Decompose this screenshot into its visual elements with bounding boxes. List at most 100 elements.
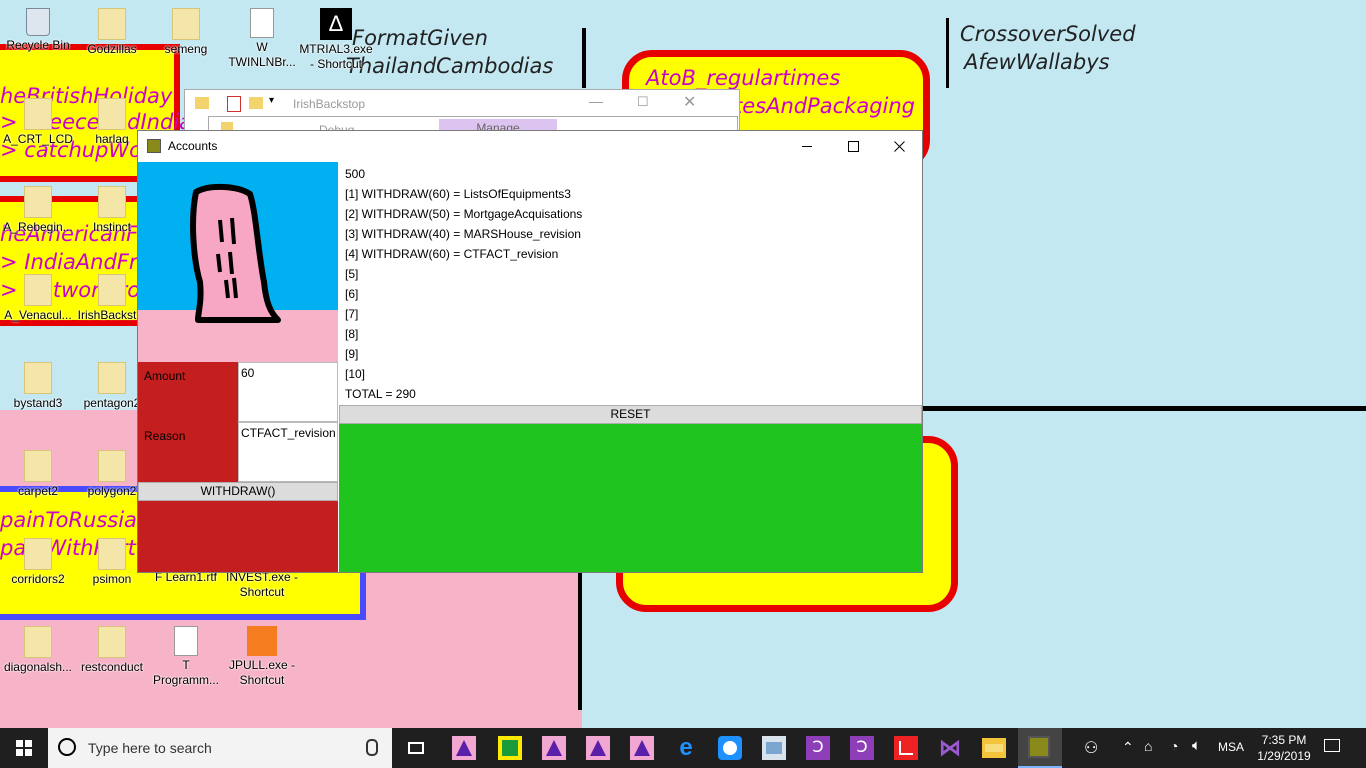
close-icon: [893, 140, 905, 152]
folder-icon: [195, 97, 209, 109]
taskbar-app-acrobat[interactable]: [894, 736, 918, 760]
exe-shortcut-icon: Δ: [320, 8, 352, 40]
volume-icon[interactable]: 🔈︎: [1192, 737, 1201, 754]
desktop-icon-twinlnbr[interactable]: W TWINLNBr...: [224, 8, 300, 70]
app-purple-icon: [590, 740, 606, 756]
recycle-bin-icon: [26, 8, 50, 36]
wallpaper-text: ThailandCambodias: [346, 54, 554, 78]
wallpaper-line: [582, 28, 586, 88]
picture-box: [138, 162, 338, 362]
amount-field[interactable]: 60: [238, 362, 338, 422]
chevron-up-icon[interactable]: ⌃: [1122, 739, 1134, 756]
desktop-icon-a-venacul[interactable]: A_Venacul...: [0, 274, 76, 323]
history-line: [6]: [345, 287, 359, 301]
wifi-icon[interactable]: ◔: [1170, 738, 1178, 754]
taskbar-app-visual-studio[interactable]: ⋈: [938, 736, 962, 760]
folder-icon: [98, 8, 126, 40]
maximize-button[interactable]: [830, 131, 876, 161]
close-button[interactable]: ✕: [683, 92, 696, 112]
task-view-button[interactable]: [402, 728, 430, 768]
taskbar-app-onenote[interactable]: Ↄ: [806, 736, 830, 760]
history-line: [5]: [345, 267, 359, 281]
folder-icon: [98, 274, 126, 306]
desktop-icon-a-crt-lcd[interactable]: A_CRT_LCD: [0, 98, 76, 147]
chat-icon: [723, 741, 737, 755]
taskbar-app[interactable]: [586, 736, 610, 760]
folder-icon: [98, 450, 126, 482]
history-line: [10]: [345, 367, 366, 381]
desktop-icon-godzillas[interactable]: Godzillas: [74, 8, 150, 57]
taskbar-app-edge[interactable]: e: [674, 736, 698, 760]
acrobat-icon: [899, 741, 913, 755]
taskbar-app-photo[interactable]: [762, 736, 786, 760]
folder-icon: [24, 186, 52, 218]
folder-icon: [24, 274, 52, 306]
desktop-icon-jpull[interactable]: JPULL.exe - Shortcut: [224, 626, 300, 688]
folder-icon: [249, 97, 263, 109]
minimize-button[interactable]: —: [589, 93, 603, 109]
history-line: [4] WITHDRAW(60) = CTFACT_revision: [345, 247, 559, 261]
taskbar-app-accounts[interactable]: [1018, 728, 1062, 768]
edge-icon: e: [679, 734, 693, 761]
desktop-icon-diagonalsh[interactable]: diagonalsh...: [0, 626, 76, 675]
people-icon[interactable]: ⚇: [1084, 738, 1098, 758]
clock-date: 1/29/2019: [1257, 749, 1311, 763]
search-icon: [58, 738, 76, 756]
taskbar-app-onenote[interactable]: Ↄ: [850, 736, 874, 760]
desktop-icon-mtrial3[interactable]: Δ MTRIAL3.exe - Shortcut: [298, 8, 374, 72]
taskbar-app[interactable]: [630, 736, 654, 760]
desktop-icon-semeng[interactable]: semeng: [148, 8, 224, 57]
withdraw-button[interactable]: WITHDRAW(): [138, 482, 338, 501]
transaction-history-list[interactable]: 500 [1] WITHDRAW(60) = ListsOfEquipments…: [339, 162, 922, 405]
folder-icon: [24, 98, 52, 130]
reason-label-cell: Reason: [138, 422, 238, 482]
desktop-icon-restconduct[interactable]: restconduct: [74, 626, 150, 675]
taskbar-app[interactable]: [498, 736, 522, 760]
desktop-icon-corridors2[interactable]: corridors2: [0, 538, 76, 587]
window-title: IrishBackstop: [293, 97, 366, 111]
desktop-icon-recycle-bin[interactable]: Recycle Bin: [0, 8, 76, 53]
accounts-window: Accounts Amount 60 Reason CTFACT_revisio…: [137, 130, 923, 573]
start-button[interactable]: [0, 728, 48, 768]
desktop-icon-carpet2[interactable]: carpet2: [0, 450, 76, 499]
reset-button[interactable]: RESET: [339, 405, 922, 424]
history-total: TOTAL = 290: [345, 387, 416, 401]
maximize-button[interactable]: ☐: [637, 94, 649, 110]
history-line: [1] WITHDRAW(60) = ListsOfEquipments3: [345, 187, 571, 201]
taskbar-app[interactable]: [452, 736, 476, 760]
notifications-icon[interactable]: [1324, 739, 1340, 752]
onenote-icon: Ↄ: [856, 739, 868, 756]
taskbar-app-chat[interactable]: [718, 736, 742, 760]
app-purple-icon: [456, 740, 472, 756]
photo-icon: [766, 742, 782, 754]
language-indicator[interactable]: MSA: [1218, 740, 1244, 754]
app-purple-icon: [634, 740, 650, 756]
network-icon[interactable]: ⌂: [1144, 738, 1152, 754]
task-view-icon: [408, 742, 424, 754]
minimize-button[interactable]: [784, 131, 830, 161]
microphone-icon[interactable]: [366, 739, 378, 756]
maximize-icon: [847, 140, 859, 152]
taskbar: Type here to search e Ↄ Ↄ ⋈ ⚇ ⌃ ⌂ ◔ 🔈︎ M…: [0, 728, 1366, 768]
file-explorer-icon: [985, 744, 1003, 752]
accounts-app-icon: [1028, 736, 1050, 758]
reason-label: Reason: [144, 429, 186, 443]
search-box[interactable]: Type here to search: [48, 728, 392, 768]
history-line: [7]: [345, 307, 359, 321]
taskbar-app[interactable]: [542, 736, 566, 760]
desktop-icon-tprogramm[interactable]: T Programm...: [148, 626, 224, 688]
taskbar-app-file-explorer[interactable]: [982, 738, 1006, 758]
folder-icon: [24, 362, 52, 394]
visual-studio-icon: ⋈: [939, 735, 961, 760]
reason-field[interactable]: CTFACT_revision: [238, 422, 338, 482]
window-title: Accounts: [168, 139, 218, 153]
wallpaper-line: [946, 18, 949, 88]
close-button[interactable]: [876, 131, 922, 161]
chevron-down-icon[interactable]: ▾: [269, 95, 274, 106]
accounts-app-icon: [147, 139, 161, 153]
desktop-icon-a-rebegin[interactable]: A_Rebegin...: [0, 186, 76, 235]
clock[interactable]: 7:35 PM 1/29/2019: [1252, 732, 1316, 766]
folder-icon: [24, 538, 52, 570]
minimize-icon: [802, 145, 812, 147]
desktop-icon-bystand3[interactable]: bystand3: [0, 362, 76, 411]
